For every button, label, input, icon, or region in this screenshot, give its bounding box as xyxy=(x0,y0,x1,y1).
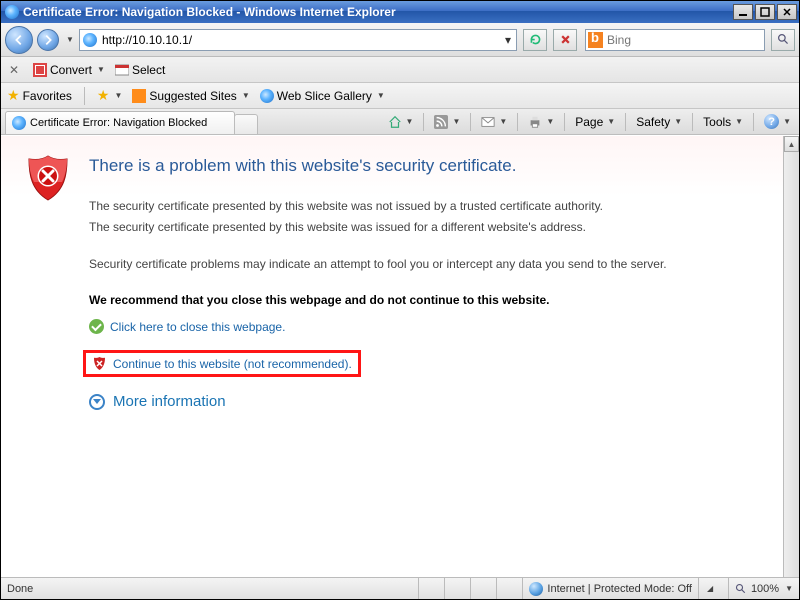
convert-icon xyxy=(33,63,47,77)
select-button[interactable]: Select xyxy=(115,63,165,77)
convert-label: Convert xyxy=(50,63,92,77)
cert-error-recommend: We recommend that you close this webpage… xyxy=(89,292,759,309)
tools-menu[interactable]: Tools▼ xyxy=(701,113,745,131)
globe-icon xyxy=(529,582,543,596)
search-button[interactable] xyxy=(771,29,795,51)
more-info-label: More information xyxy=(113,393,226,410)
chevron-icon: ◢ xyxy=(707,584,713,593)
status-placeholder-3 xyxy=(470,578,496,599)
scroll-up-button[interactable]: ▲ xyxy=(784,136,799,152)
separator xyxy=(84,87,85,105)
favorites-bar: ★ Favorites ★ ▼ Suggested Sites ▼ Web Sl… xyxy=(1,83,799,109)
help-button[interactable]: ?▼ xyxy=(762,112,793,131)
close-button[interactable] xyxy=(777,4,797,20)
chevron-down-icon: ▼ xyxy=(114,91,122,100)
close-webpage-link[interactable]: Click here to close this webpage. xyxy=(110,320,285,334)
favorites-label: Favorites xyxy=(23,89,72,103)
continue-anyway-link[interactable]: Continue to this website (not recommende… xyxy=(113,357,352,371)
status-bar: Done Internet | Protected Mode: Off ◢ 10… xyxy=(1,577,799,599)
search-input[interactable] xyxy=(605,33,764,47)
add-favorite-button[interactable]: ★ ▼ xyxy=(97,87,122,104)
zoom-control[interactable]: 100% ▼ xyxy=(728,578,799,599)
highlighted-continue-option: Continue to this website (not recommende… xyxy=(83,350,361,377)
web-slice-label: Web Slice Gallery xyxy=(277,89,372,103)
cert-error-detail-2: The security certificate presented by th… xyxy=(89,219,759,236)
zone-label: Internet | Protected Mode: Off xyxy=(547,583,692,595)
mail-icon xyxy=(481,115,495,129)
feeds-button[interactable]: ▼ xyxy=(432,113,462,131)
status-placeholder-5: ◢ xyxy=(698,578,728,599)
web-slice-icon xyxy=(260,89,274,103)
status-placeholder-4 xyxy=(496,578,522,599)
print-button[interactable]: ▼ xyxy=(526,113,556,131)
print-icon xyxy=(528,115,542,129)
status-text: Done xyxy=(1,578,39,599)
back-button[interactable] xyxy=(5,26,33,54)
stop-button[interactable] xyxy=(553,29,577,51)
cert-error-detail-3: Security certificate problems may indica… xyxy=(89,256,759,273)
cert-error-heading: There is a problem with this website's s… xyxy=(89,156,759,176)
forward-button[interactable] xyxy=(37,29,59,51)
nav-history-dropdown[interactable]: ▼ xyxy=(63,35,75,44)
select-label: Select xyxy=(132,63,165,77)
security-zone[interactable]: Internet | Protected Mode: Off xyxy=(522,578,698,599)
chevron-down-icon: ▼ xyxy=(242,91,250,100)
zoom-icon xyxy=(735,583,747,595)
web-slice-button[interactable]: Web Slice Gallery ▼ xyxy=(260,89,385,103)
zoom-label: 100% xyxy=(751,583,779,595)
home-button[interactable]: ▼ xyxy=(386,113,416,131)
tab-active[interactable]: Certificate Error: Navigation Blocked xyxy=(5,111,235,134)
window-title: Certificate Error: Navigation Blocked - … xyxy=(23,5,733,19)
maximize-button[interactable] xyxy=(755,4,775,20)
window-titlebar: Certificate Error: Navigation Blocked - … xyxy=(1,1,799,23)
help-icon: ? xyxy=(764,114,779,129)
star-add-icon: ★ xyxy=(97,87,110,104)
checkmark-icon xyxy=(89,319,104,334)
cert-error-page: There is a problem with this website's s… xyxy=(1,136,783,597)
mail-button[interactable]: ▼ xyxy=(479,113,509,131)
close-toolbar-button[interactable]: ✕ xyxy=(5,61,23,79)
content-area: There is a problem with this website's s… xyxy=(1,135,799,597)
minimize-button[interactable] xyxy=(733,4,753,20)
favorites-button[interactable]: ★ Favorites xyxy=(7,87,72,104)
shield-warning-icon xyxy=(92,356,107,371)
new-tab-button[interactable] xyxy=(234,114,258,134)
address-input[interactable] xyxy=(100,33,500,47)
suggested-sites-button[interactable]: Suggested Sites ▼ xyxy=(132,89,249,103)
suggested-sites-label: Suggested Sites xyxy=(149,89,236,103)
chevron-down-icon: ▼ xyxy=(97,65,105,74)
vertical-scrollbar[interactable]: ▲ ▼ xyxy=(783,136,799,597)
page-menu[interactable]: Page▼ xyxy=(573,113,617,131)
convert-toolbar: ✕ Convert ▼ Select xyxy=(1,57,799,83)
expand-icon xyxy=(89,394,105,410)
status-placeholder-2 xyxy=(444,578,470,599)
scroll-track[interactable] xyxy=(784,152,799,581)
chevron-down-icon: ▼ xyxy=(377,91,385,100)
tab-bar: Certificate Error: Navigation Blocked ▼ … xyxy=(1,109,799,135)
safety-menu[interactable]: Safety▼ xyxy=(634,113,684,131)
bing-icon xyxy=(588,32,603,48)
chevron-down-icon: ▼ xyxy=(785,584,793,593)
cert-error-detail-1: The security certificate presented by th… xyxy=(89,198,759,215)
home-icon xyxy=(388,115,402,129)
address-dropdown[interactable]: ▾ xyxy=(500,33,516,47)
tab-icon xyxy=(12,116,26,130)
star-icon: ★ xyxy=(7,87,20,104)
page-icon xyxy=(82,32,98,48)
tab-title: Certificate Error: Navigation Blocked xyxy=(30,117,207,129)
navigation-bar: ▼ ▾ xyxy=(1,23,799,57)
refresh-button[interactable] xyxy=(523,29,547,51)
select-icon xyxy=(115,63,129,77)
suggested-sites-icon xyxy=(132,89,146,103)
ie-logo-icon xyxy=(5,5,19,19)
command-bar: ▼ ▼ ▼ ▼ Page▼ Safety▼ Tools▼ ?▼ xyxy=(386,112,793,131)
rss-icon xyxy=(434,115,448,129)
search-bar[interactable] xyxy=(585,29,765,51)
address-bar[interactable]: ▾ xyxy=(79,29,517,51)
convert-button[interactable]: Convert ▼ xyxy=(33,63,105,77)
more-info-toggle[interactable]: More information xyxy=(89,393,759,410)
shield-error-icon xyxy=(27,154,69,202)
status-placeholder-1 xyxy=(418,578,444,599)
